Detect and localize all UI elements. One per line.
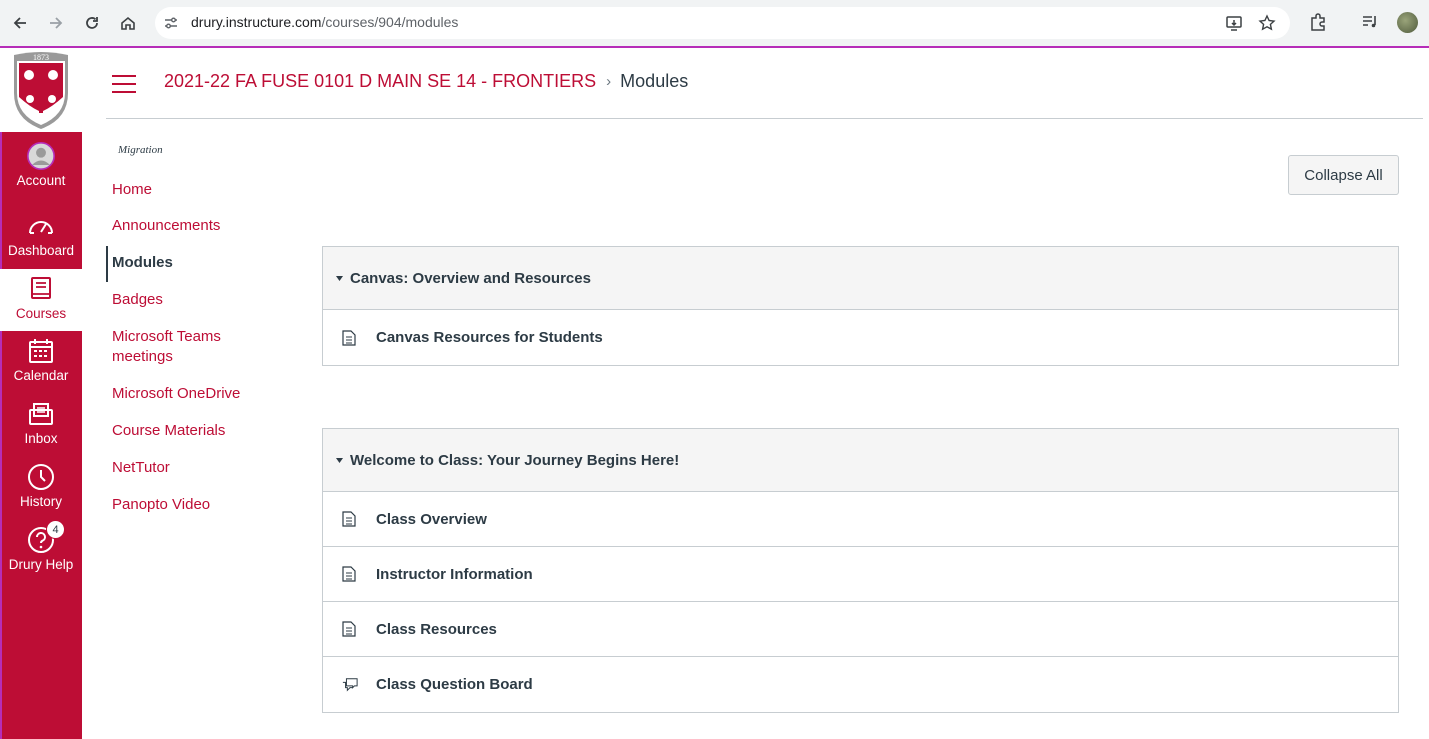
calendar-icon xyxy=(27,337,55,365)
module-item-title[interactable]: Class Overview xyxy=(376,511,487,528)
module-item-title[interactable]: Canvas Resources for Students xyxy=(376,329,603,346)
module-item[interactable]: Class Overview xyxy=(323,492,1398,547)
module-welcome-to-class: Welcome to Class: Your Journey Begins He… xyxy=(322,428,1399,713)
page-icon xyxy=(342,511,358,527)
global-nav-label: Account xyxy=(16,173,66,188)
drury-shield-logo: 1873 xyxy=(14,52,68,129)
global-nav-courses[interactable]: Courses xyxy=(0,269,82,331)
history-icon xyxy=(27,463,55,491)
global-nav-inbox[interactable]: Inbox xyxy=(0,394,82,456)
course-nav-modules[interactable]: Modules xyxy=(112,253,173,273)
course-nav-badges[interactable]: Badges xyxy=(112,290,163,310)
discussion-icon xyxy=(342,677,358,693)
course-nav-announcements[interactable]: Announcements xyxy=(112,216,220,236)
module-item-title[interactable]: Instructor Information xyxy=(376,566,533,583)
page-header: 2021-22 FA FUSE 0101 D MAIN SE 14 - FRON… xyxy=(106,48,1423,119)
global-nav-label: Drury Help xyxy=(8,557,74,572)
course-nav-nettutor[interactable]: NetTutor xyxy=(112,458,170,478)
page-icon xyxy=(342,329,358,346)
module-item-title[interactable]: Class Resources xyxy=(376,621,497,638)
module-item-title[interactable]: Class Question Board xyxy=(376,676,533,693)
back-button[interactable] xyxy=(6,9,34,37)
course-nav-tag: Migration xyxy=(118,144,163,156)
global-navigation: 1873 Account Dashboard Courses Calendar … xyxy=(0,48,82,739)
global-nav-label: History xyxy=(19,494,62,509)
global-nav-label: Inbox xyxy=(24,431,58,446)
global-nav-label: Dashboard xyxy=(7,243,75,258)
caret-down-icon xyxy=(335,274,344,283)
reload-button[interactable] xyxy=(78,9,106,37)
forward-button[interactable] xyxy=(42,9,70,37)
module-item[interactable]: Canvas Resources for Students xyxy=(323,310,1398,365)
global-nav-label: Calendar xyxy=(13,368,69,383)
address-bar[interactable]: drury.instructure.com/courses/904/module… xyxy=(155,7,1290,39)
course-nav-panopto[interactable]: Panopto Video xyxy=(112,495,210,515)
module-item[interactable]: Class Question Board xyxy=(323,657,1398,712)
active-indicator xyxy=(106,246,108,282)
hamburger-icon xyxy=(112,75,136,77)
course-menu-toggle[interactable] xyxy=(112,75,136,93)
breadcrumb-separator: › xyxy=(606,73,612,90)
page-icon xyxy=(342,566,358,582)
reload-icon xyxy=(86,17,98,29)
module-item[interactable]: Class Resources xyxy=(323,602,1398,657)
profile-avatar[interactable] xyxy=(1397,12,1418,33)
dashboard-icon xyxy=(27,212,55,240)
course-nav-course-materials[interactable]: Course Materials xyxy=(112,421,225,441)
breadcrumb-current: Modules xyxy=(620,71,689,91)
module-header[interactable]: Welcome to Class: Your Journey Begins He… xyxy=(323,429,1398,492)
breadcrumb: 2021-22 FA FUSE 0101 D MAIN SE 14 - FRON… xyxy=(164,71,688,92)
global-nav-label: Courses xyxy=(15,306,67,321)
module-header[interactable]: Canvas: Overview and Resources xyxy=(323,247,1398,310)
breadcrumb-course-link[interactable]: 2021-22 FA FUSE 0101 D MAIN SE 14 - FRON… xyxy=(164,71,596,92)
home-icon xyxy=(121,16,135,30)
svg-text:1873: 1873 xyxy=(33,53,49,62)
course-nav-onedrive[interactable]: Microsoft OneDrive xyxy=(112,384,240,404)
site-settings-icon[interactable] xyxy=(163,15,179,31)
extensions-icon[interactable] xyxy=(1308,12,1328,32)
media-control-icon[interactable] xyxy=(1360,12,1380,32)
url-text: drury.instructure.com/courses/904/module… xyxy=(191,14,459,30)
module-item[interactable]: Instructor Information xyxy=(323,547,1398,602)
course-nav-teams-meetings[interactable]: Microsoft Teams meetings xyxy=(112,327,252,367)
global-nav-help[interactable]: 4 Drury Help xyxy=(0,520,82,582)
avatar-icon xyxy=(27,142,55,170)
install-app-icon[interactable] xyxy=(1225,14,1243,32)
global-nav-calendar[interactable]: Calendar xyxy=(0,331,82,393)
drury-logo[interactable]: 1873 xyxy=(0,48,82,132)
module-title: Welcome to Class: Your Journey Begins He… xyxy=(350,451,680,469)
home-button[interactable] xyxy=(114,9,142,37)
browser-toolbar: drury.instructure.com/courses/904/module… xyxy=(0,0,1429,46)
back-arrow-icon xyxy=(13,17,26,29)
bookmark-star-icon[interactable] xyxy=(1258,14,1276,32)
caret-down-icon xyxy=(335,456,344,465)
course-nav-home[interactable]: Home xyxy=(112,180,152,200)
forward-arrow-icon xyxy=(50,17,63,29)
help-badge: 4 xyxy=(46,520,65,539)
courses-icon xyxy=(27,275,55,303)
collapse-all-button[interactable]: Collapse All xyxy=(1288,155,1399,195)
module-title: Canvas: Overview and Resources xyxy=(350,269,591,287)
page-icon xyxy=(342,621,358,637)
global-nav-account[interactable]: Account xyxy=(0,136,82,198)
global-nav-history[interactable]: History xyxy=(0,457,82,519)
module-canvas-overview: Canvas: Overview and Resources Canvas Re… xyxy=(322,246,1399,366)
global-nav-dashboard[interactable]: Dashboard xyxy=(0,206,82,268)
inbox-icon xyxy=(27,400,55,428)
